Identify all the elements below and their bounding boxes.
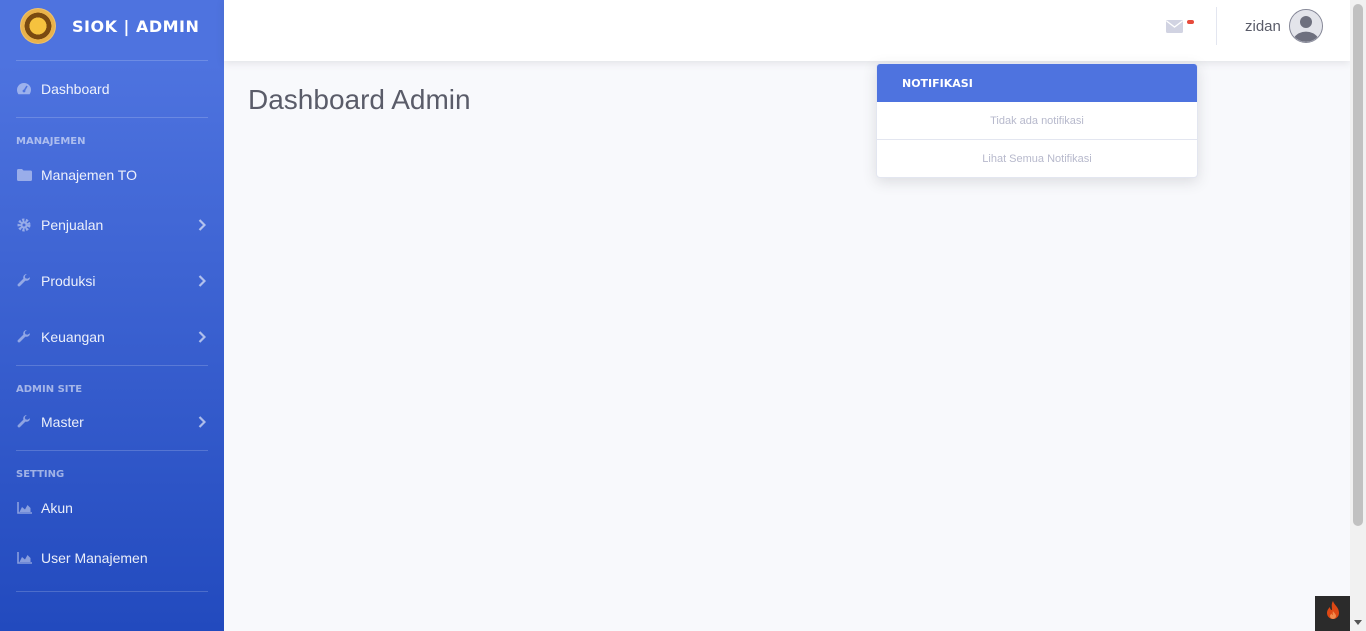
notification-dropdown-header: NOTIFIKASI xyxy=(877,64,1197,102)
sidebar-item-label: Dashboard xyxy=(41,81,110,97)
sidebar-divider xyxy=(16,591,208,592)
sidebar-item-keuangan[interactable]: Keuangan xyxy=(0,309,224,365)
topbar-divider xyxy=(1216,7,1217,45)
notification-empty-message: Tidak ada notifikasi xyxy=(877,102,1197,140)
scrollbar-thumb[interactable] xyxy=(1353,4,1363,526)
chart-area-icon xyxy=(16,500,32,516)
chevron-right-icon xyxy=(198,218,208,232)
user-menu[interactable]: zidan xyxy=(1245,9,1323,43)
wrench-icon xyxy=(16,273,32,289)
sidebar-item-label: Manajemen TO xyxy=(41,167,137,183)
sidebar-item-akun[interactable]: Akun xyxy=(0,486,224,530)
user-avatar-icon xyxy=(1288,9,1323,43)
sidebar-item-produksi[interactable]: Produksi xyxy=(0,253,224,309)
sidebar-item-label: Produksi xyxy=(41,273,96,289)
brand[interactable]: SIOK | ADMIN xyxy=(0,0,224,52)
page-title: Dashboard Admin xyxy=(248,84,471,115)
scroll-down-arrow-icon[interactable] xyxy=(1354,620,1362,625)
cog-icon xyxy=(16,217,32,233)
vertical-scrollbar[interactable] xyxy=(1350,0,1366,631)
sidebar-item-label: Master xyxy=(41,414,84,430)
sidebar: SIOK | ADMIN Dashboard MANAJEMEN Manajem… xyxy=(0,0,224,631)
section-heading-admin-site: ADMIN SITE xyxy=(16,384,83,395)
section-heading-setting: SETTING xyxy=(16,469,65,480)
notification-toggle[interactable] xyxy=(1166,17,1194,35)
sidebar-item-label: Penjualan xyxy=(41,217,104,233)
sidebar-item-dashboard[interactable]: Dashboard xyxy=(0,61,224,117)
flame-icon xyxy=(1325,601,1341,626)
chevron-right-icon xyxy=(198,274,208,288)
user-name: zidan xyxy=(1245,17,1281,35)
company-logo xyxy=(20,8,56,44)
chevron-right-icon xyxy=(198,415,208,429)
debug-toolbar-button[interactable] xyxy=(1315,596,1350,631)
brand-title: SIOK | ADMIN xyxy=(72,16,200,36)
sidebar-item-label: Keuangan xyxy=(41,329,105,345)
chart-area-icon xyxy=(16,550,32,566)
tachometer-icon xyxy=(16,81,32,97)
wrench-icon xyxy=(16,329,32,345)
notification-dropdown: NOTIFIKASI Tidak ada notifikasi Lihat Se… xyxy=(876,63,1198,178)
sidebar-item-label: User Manajemen xyxy=(41,550,148,566)
wrench-icon xyxy=(16,414,32,430)
sidebar-item-user-manajemen[interactable]: User Manajemen xyxy=(0,530,224,586)
chevron-right-icon xyxy=(198,330,208,344)
sidebar-item-manajemen-to[interactable]: Manajemen TO xyxy=(0,153,224,197)
topbar: zidan xyxy=(224,0,1350,61)
sidebar-item-master[interactable]: Master xyxy=(0,401,224,443)
sidebar-item-penjualan[interactable]: Penjualan xyxy=(0,197,224,253)
view-all-notifications-link[interactable]: Lihat Semua Notifikasi xyxy=(877,140,1197,177)
folder-icon xyxy=(16,167,32,183)
section-heading-manajemen: MANAJEMEN xyxy=(16,136,86,147)
envelope-icon xyxy=(1166,20,1183,38)
notification-badge xyxy=(1187,20,1194,24)
sidebar-item-label: Akun xyxy=(41,500,73,516)
